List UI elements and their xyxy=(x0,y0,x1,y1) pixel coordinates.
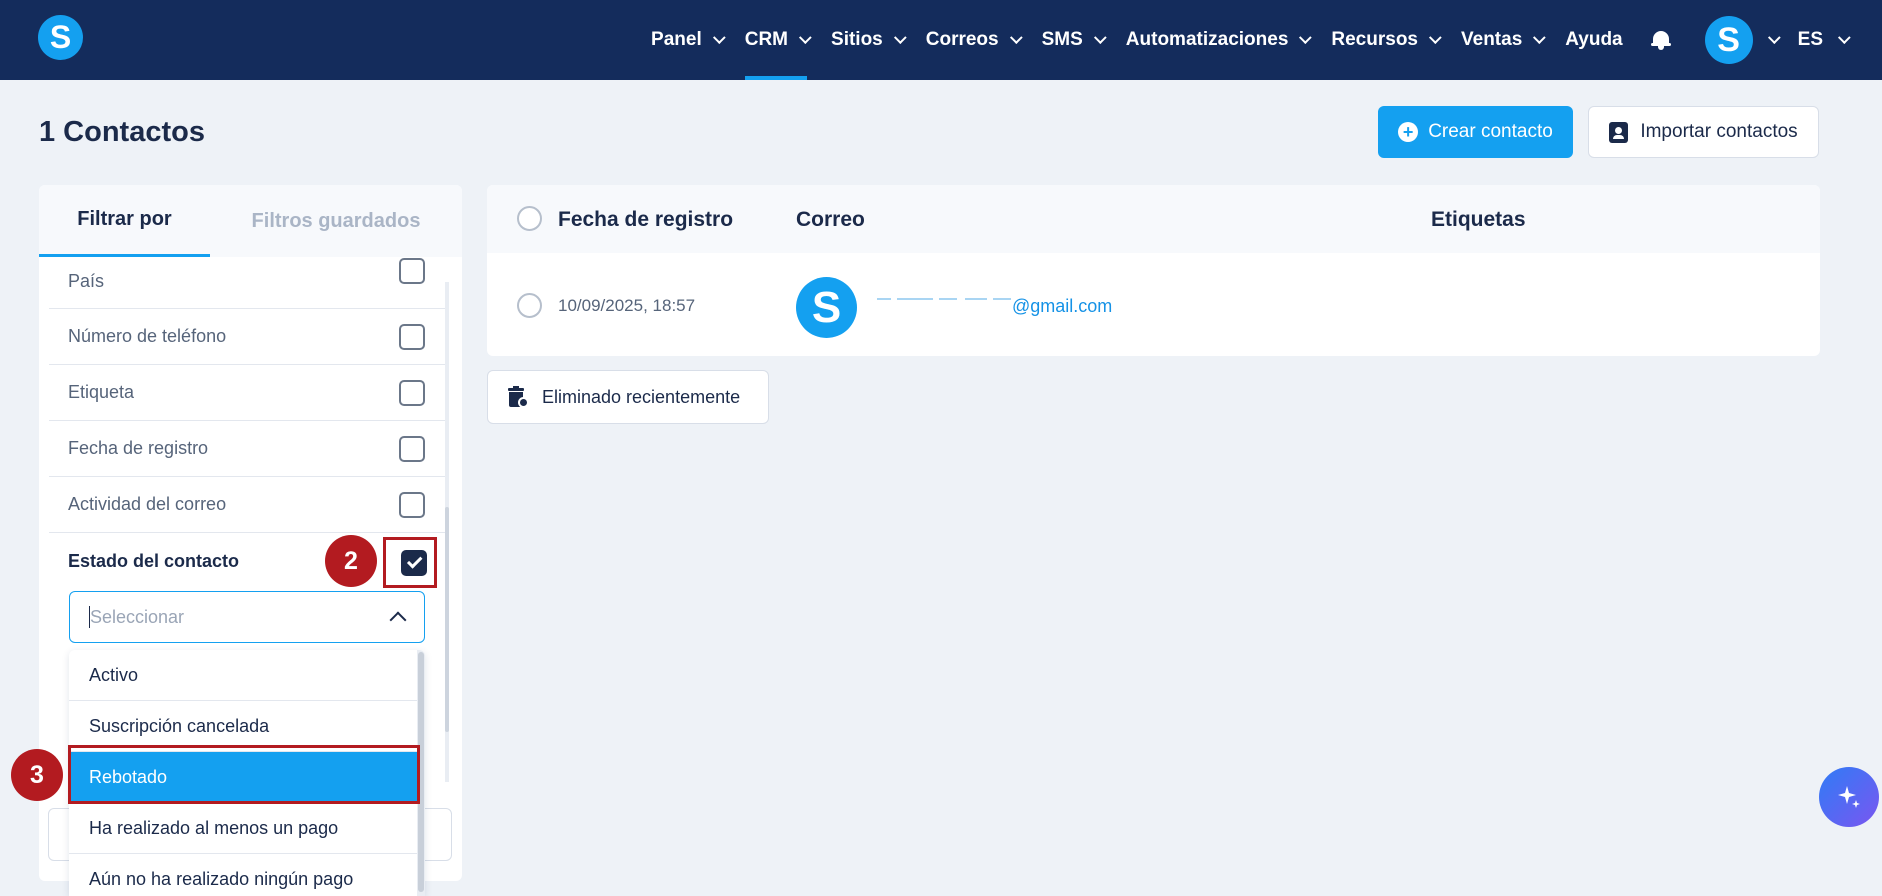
filter-checkbox[interactable] xyxy=(399,324,425,350)
chevron-down-icon xyxy=(1533,30,1546,44)
column-header-date[interactable]: Fecha de registro xyxy=(558,208,733,232)
filter-row-phone[interactable]: Número de teléfono xyxy=(49,309,445,365)
tab-filter-by[interactable]: Filtrar por xyxy=(39,185,210,257)
top-navbar: S Panel CRM Sitios Correos SMS Automatiz… xyxy=(0,0,1882,80)
text-caret xyxy=(89,606,90,628)
ai-assistant-button[interactable] xyxy=(1819,767,1879,827)
nav-sitios-label: Sitios xyxy=(831,29,883,50)
nav-sms[interactable]: SMS xyxy=(1041,0,1107,80)
recently-deleted-label: Eliminado recientemente xyxy=(542,386,741,407)
trash-clock-icon xyxy=(508,386,529,408)
select-all-radio[interactable] xyxy=(517,206,542,231)
filter-label: Actividad del correo xyxy=(68,494,227,514)
avatar: S xyxy=(796,277,857,338)
import-contacts-label: Importar contactos xyxy=(1640,121,1798,142)
nav-crm-label: CRM xyxy=(744,29,789,50)
contact-status-select[interactable]: Seleccionar xyxy=(69,591,425,643)
filter-label: País xyxy=(68,271,105,291)
nav-sitios[interactable]: Sitios xyxy=(831,0,907,80)
chevron-down-icon xyxy=(1428,30,1442,44)
option-paid-once[interactable]: Ha realizado al menos un pago xyxy=(69,803,417,854)
tab-saved-filters[interactable]: Filtros guardados xyxy=(210,185,462,257)
highlight-box-checkbox xyxy=(383,537,437,588)
filter-label: Estado del contacto xyxy=(68,550,240,571)
filter-checkbox[interactable] xyxy=(399,380,425,406)
column-header-tags[interactable]: Etiquetas xyxy=(1431,208,1526,232)
chevron-down-icon xyxy=(1767,30,1781,44)
filter-checkbox[interactable] xyxy=(399,258,425,284)
nav-ventas[interactable]: Ventas xyxy=(1461,0,1546,80)
row-date: 10/09/2025, 18:57 xyxy=(558,296,696,315)
import-contacts-button[interactable]: Importar contactos xyxy=(1588,106,1819,158)
sparkle-icon xyxy=(1838,786,1860,808)
row-select-radio[interactable] xyxy=(517,293,542,318)
chevron-down-icon xyxy=(1009,30,1023,44)
filter-label: Número de teléfono xyxy=(68,326,227,346)
contact-card-icon xyxy=(1609,121,1629,143)
page-title: 1 Contactos xyxy=(39,116,205,148)
nav-ayuda-label: Ayuda xyxy=(1565,29,1623,50)
nav-recursos-label: Recursos xyxy=(1331,29,1418,50)
create-contact-label: Crear contacto xyxy=(1428,121,1553,142)
avatar: S xyxy=(1704,16,1753,64)
filter-checkbox[interactable] xyxy=(399,436,425,462)
nav-automatizaciones-label: Automatizaciones xyxy=(1125,29,1289,50)
chevron-down-icon xyxy=(1837,30,1851,44)
account-menu[interactable]: S xyxy=(1671,16,1781,64)
table-header: Fecha de registro Correo Etiquetas xyxy=(487,185,1820,253)
filter-scrollbar[interactable] xyxy=(445,282,449,782)
chevron-down-icon xyxy=(798,30,812,44)
option-no-payment[interactable]: Aún no ha realizado ningún pago xyxy=(69,854,417,896)
nav-panel-label: Panel xyxy=(651,29,702,50)
filter-row-signup-date[interactable]: Fecha de registro xyxy=(49,421,445,477)
main-nav: Panel CRM Sitios Correos SMS Automatizac… xyxy=(627,0,1851,80)
column-header-email[interactable]: Correo xyxy=(796,208,865,232)
filter-tabs: Filtrar por Filtros guardados xyxy=(39,185,462,257)
chevron-down-icon xyxy=(712,30,726,44)
plus-circle-icon: + xyxy=(1398,122,1419,142)
chevron-down-icon xyxy=(893,30,907,44)
create-contact-button[interactable]: + Crear contacto xyxy=(1378,106,1573,158)
nav-ventas-label: Ventas xyxy=(1461,29,1523,50)
nav-correos[interactable]: Correos xyxy=(925,0,1023,80)
filter-label: Etiqueta xyxy=(68,382,135,402)
select-placeholder: Seleccionar xyxy=(90,606,185,627)
step-badge-2: 2 xyxy=(325,535,377,587)
brand-logo[interactable]: S xyxy=(38,15,83,60)
chevron-down-icon xyxy=(1093,30,1107,44)
bell-icon[interactable] xyxy=(1650,29,1671,51)
filter-checkbox[interactable] xyxy=(399,492,425,518)
filter-row-email-activity[interactable]: Actividad del correo xyxy=(49,477,445,533)
nav-crm[interactable]: CRM xyxy=(744,0,812,80)
nav-panel[interactable]: Panel xyxy=(651,0,726,80)
scrollbar-thumb[interactable] xyxy=(445,507,449,732)
step-badge-3: 3 xyxy=(11,749,63,801)
nav-recursos[interactable]: Recursos xyxy=(1331,0,1442,80)
filter-row-tag[interactable]: Etiqueta xyxy=(49,365,445,421)
language-label: ES xyxy=(1797,29,1823,50)
recently-deleted-button[interactable]: Eliminado recientemente xyxy=(487,370,769,424)
row-email[interactable]: @gmail.com xyxy=(1012,296,1112,317)
nav-automatizaciones[interactable]: Automatizaciones xyxy=(1125,0,1313,80)
filter-label: Fecha de registro xyxy=(68,438,209,458)
contacts-table: Fecha de registro Correo Etiquetas 10/09… xyxy=(487,185,1820,356)
nav-correos-label: Correos xyxy=(925,29,999,50)
language-selector[interactable]: ES xyxy=(1797,29,1851,51)
redacted-email-prefix xyxy=(877,292,1017,304)
nav-sms-label: SMS xyxy=(1041,29,1083,50)
nav-ayuda[interactable]: Ayuda xyxy=(1565,0,1622,80)
chevron-down-icon xyxy=(1299,30,1313,44)
chevron-up-icon[interactable] xyxy=(389,611,407,629)
option-active[interactable]: Activo xyxy=(69,650,417,701)
highlight-box-option xyxy=(68,745,420,804)
filter-row-country[interactable]: País xyxy=(49,255,445,309)
